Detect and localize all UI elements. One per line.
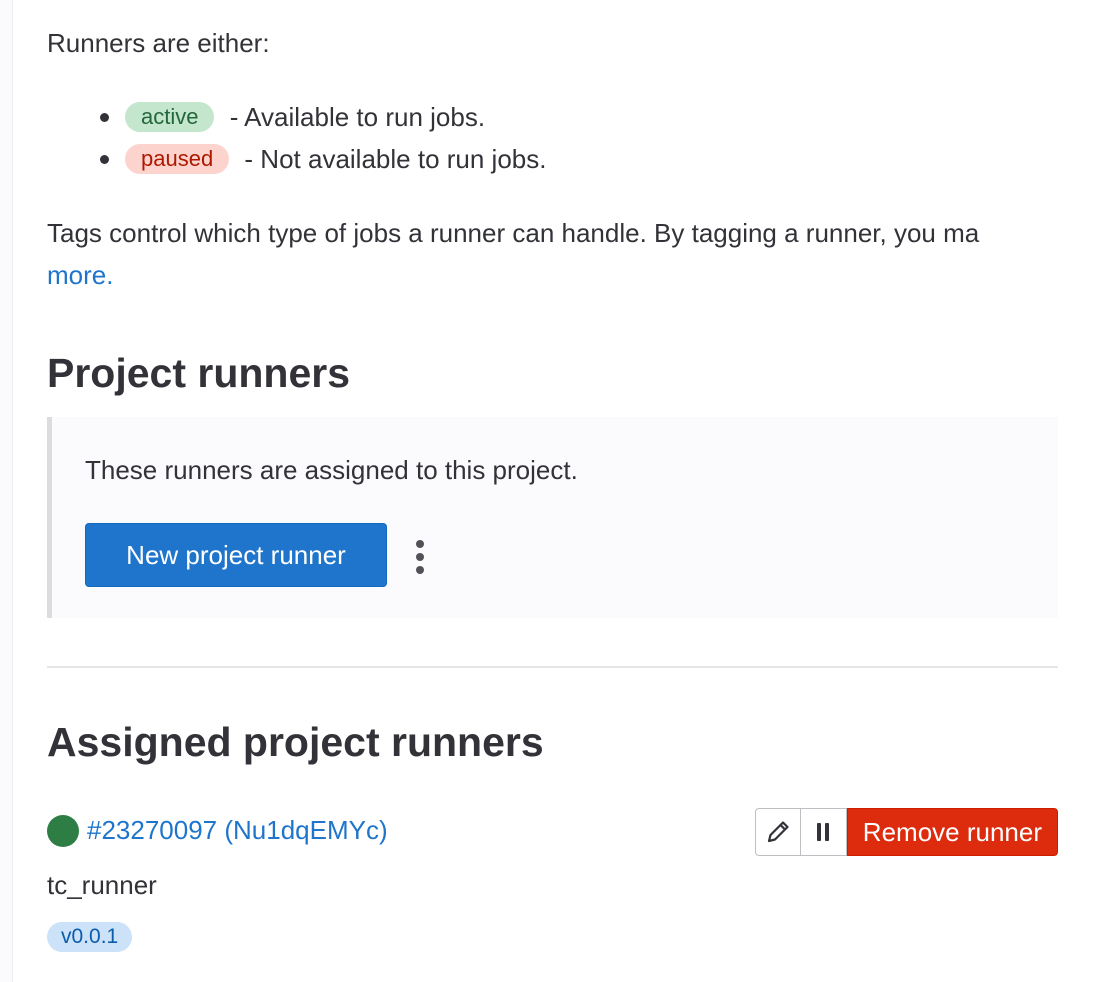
pause-icon [817,823,830,841]
main-content: Runners are either: active - Available t… [47,0,1112,982]
project-runners-description: These runners are assigned to this proje… [85,455,578,485]
list-item-paused: paused - Not available to run jobs. [47,140,546,182]
assigned-runners-heading: Assigned project runners [47,719,544,765]
runners-intro-text: Runners are either: [47,28,270,58]
paused-description: - Not available to run jobs. [244,144,547,174]
ellipsis-v-icon [416,540,424,548]
new-project-runner-button[interactable]: New project runner [85,523,387,587]
runner-status-list: active - Available to run jobs. paused -… [47,98,546,182]
runner-description: tc_runner [47,870,157,900]
project-runners-panel: These runners are assigned to this proje… [47,417,1058,618]
tags-info-text: Tags control which type of jobs a runner… [47,218,980,248]
more-actions-button[interactable] [400,529,440,581]
learn-more-link[interactable]: more. [47,254,113,296]
list-item-active: active - Available to run jobs. [47,98,546,140]
left-sidebar-edge [0,0,13,982]
active-description: - Available to run jobs. [229,102,486,132]
runner-version-badge: v0.0.1 [47,922,133,952]
runner-link[interactable]: #23270097 (Nu1dqEMYc) [87,810,388,850]
runner-actions: Remove runner [754,808,1058,856]
project-runners-heading: Project runners [47,350,351,396]
runner-online-status-icon [47,815,79,847]
section-divider [47,666,1058,668]
paused-badge: paused [125,144,230,174]
pause-runner-button[interactable] [800,808,847,856]
pencil-icon [767,821,789,843]
runner-row: #23270097 (Nu1dqEMYc) Remove runner [47,808,1058,858]
active-badge: active [125,102,215,132]
remove-runner-button[interactable]: Remove runner [846,808,1058,856]
edit-runner-button[interactable] [754,808,801,856]
